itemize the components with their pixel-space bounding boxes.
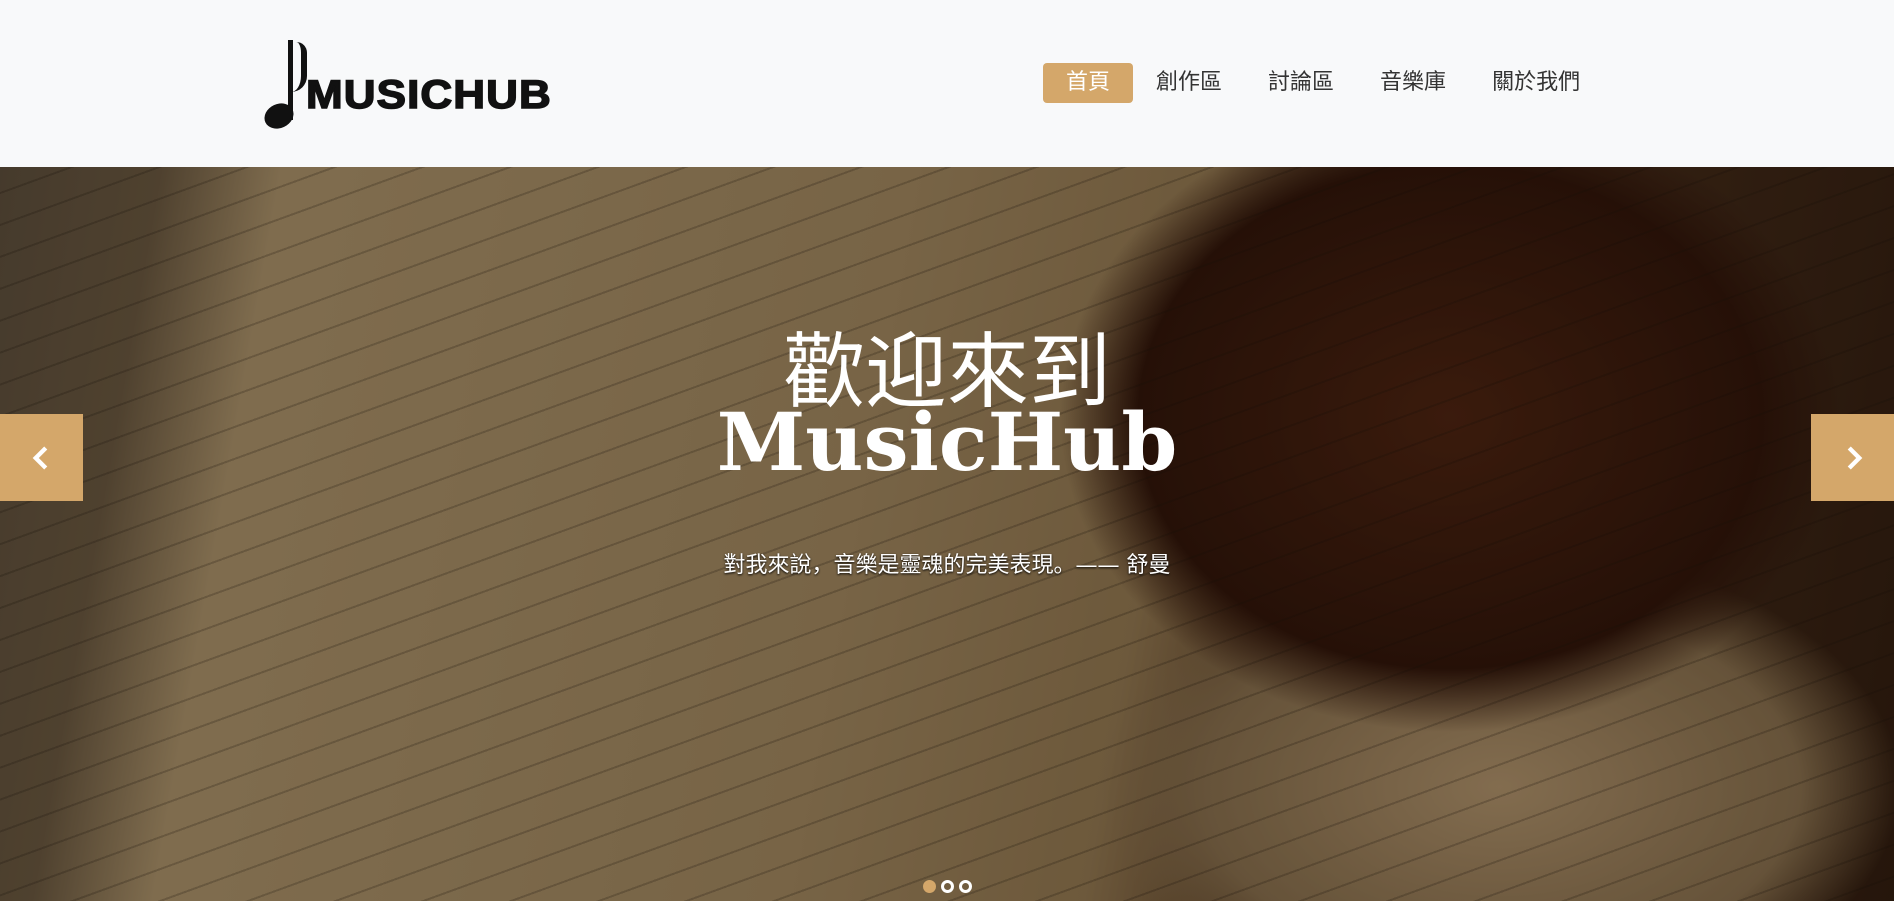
logo[interactable]: MUSICHUB xyxy=(260,38,552,134)
carousel-next-button[interactable] xyxy=(1811,414,1894,501)
hero-quote: 對我來說，音樂是靈魂的完美表現。—— 舒曼 xyxy=(723,553,1171,578)
nav-library[interactable]: 音樂庫 xyxy=(1357,63,1469,103)
carousel-dot-2[interactable] xyxy=(940,880,954,893)
chevron-left-icon xyxy=(32,445,47,470)
carousel-dot-3[interactable] xyxy=(958,880,972,893)
carousel-dot-1[interactable] xyxy=(922,880,936,893)
main-nav: 首頁 創作區 討論區 音樂庫 關於我們 xyxy=(1043,63,1603,103)
nav-home[interactable]: 首頁 xyxy=(1043,63,1134,103)
nav-about[interactable]: 關於我們 xyxy=(1469,63,1603,103)
site-header: MUSICHUB 首頁 創作區 討論區 音樂庫 關於我們 xyxy=(0,0,1894,167)
logo-text: MUSICHUB xyxy=(305,72,552,118)
carousel-prev-button[interactable] xyxy=(0,414,83,501)
nav-forum[interactable]: 討論區 xyxy=(1245,63,1357,103)
overlay xyxy=(0,167,1894,901)
music-note-icon xyxy=(260,38,307,134)
nav-create[interactable]: 創作區 xyxy=(1133,63,1245,103)
hero-title-line2: MusicHub xyxy=(716,395,1178,489)
carousel-indicators xyxy=(0,880,1894,893)
chevron-right-icon xyxy=(1847,445,1862,470)
hero-carousel: 歡迎來到 MusicHub 對我來說，音樂是靈魂的完美表現。—— 舒曼 xyxy=(0,167,1894,901)
